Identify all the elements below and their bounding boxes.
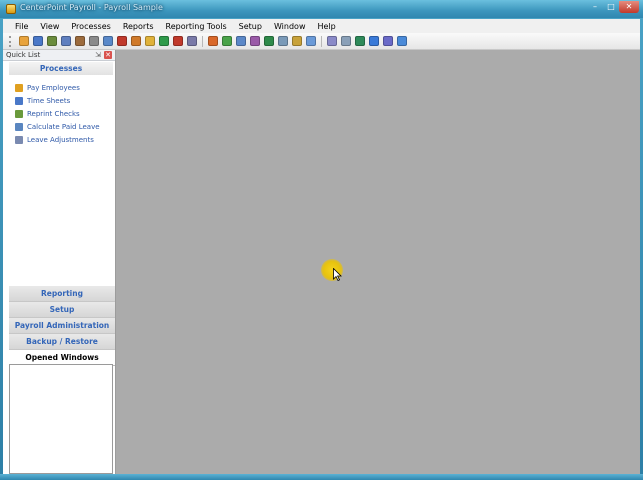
toolbar-button-icon[interactable] bbox=[292, 36, 302, 46]
toolbar-button-icon[interactable] bbox=[75, 36, 85, 46]
list-item-time-sheets[interactable]: Time Sheets bbox=[15, 94, 100, 107]
title-bar[interactable]: CenterPoint Payroll - Payroll Sample – □… bbox=[0, 0, 643, 18]
toolbar-button-icon[interactable] bbox=[33, 36, 43, 46]
list-item-label: Leave Adjustments bbox=[27, 135, 94, 144]
section-payroll-administration[interactable]: Payroll Administration bbox=[9, 318, 115, 334]
toolbar-button-icon[interactable] bbox=[145, 36, 155, 46]
toolbar-button-icon[interactable] bbox=[131, 36, 141, 46]
toolbar-button-icon[interactable] bbox=[306, 36, 316, 46]
toolbar-button-icon[interactable] bbox=[264, 36, 274, 46]
toolbar-button-icon[interactable] bbox=[383, 36, 393, 46]
toolbar-button-icon[interactable] bbox=[19, 36, 29, 46]
list-item-calculate-paid-leave[interactable]: Calculate Paid Leave bbox=[15, 120, 100, 133]
opened-windows-list[interactable] bbox=[9, 364, 113, 474]
toolbar-separator bbox=[202, 35, 203, 47]
toolbar-button-icon[interactable] bbox=[159, 36, 169, 46]
toolbar-button-icon[interactable] bbox=[278, 36, 288, 46]
toolbar-grip[interactable] bbox=[9, 35, 14, 47]
window-bottom-frame bbox=[0, 474, 643, 480]
toolbar-button-icon[interactable] bbox=[355, 36, 365, 46]
quick-list-title: Quick List bbox=[6, 51, 41, 59]
toolbar-button-icon[interactable] bbox=[208, 36, 218, 46]
processes-section-header[interactable]: Processes bbox=[9, 62, 113, 75]
toolbar-button-icon[interactable] bbox=[47, 36, 57, 46]
quick-list-header: Quick List ⇲ ✕ bbox=[3, 50, 115, 61]
close-icon[interactable]: ✕ bbox=[104, 51, 112, 59]
list-item-label: Reprint Checks bbox=[27, 109, 80, 118]
list-item-label: Pay Employees bbox=[27, 83, 80, 92]
menu-reporting-tools[interactable]: Reporting Tools bbox=[160, 22, 233, 31]
app-logo-icon bbox=[6, 4, 16, 14]
list-item-label: Time Sheets bbox=[27, 96, 71, 105]
menu-bar: File View Processes Reports Reporting To… bbox=[3, 19, 640, 33]
main-toolbar bbox=[3, 33, 640, 50]
menu-setup[interactable]: Setup bbox=[233, 22, 268, 31]
mouse-pointer-icon bbox=[333, 268, 342, 281]
quick-list-panel: Quick List ⇲ ✕ Processes Pay Employees T… bbox=[3, 50, 116, 474]
section-backup-restore[interactable]: Backup / Restore bbox=[9, 334, 115, 350]
menu-help[interactable]: Help bbox=[311, 22, 341, 31]
list-item-label: Calculate Paid Leave bbox=[27, 122, 100, 131]
menu-window[interactable]: Window bbox=[268, 22, 312, 31]
menu-processes[interactable]: Processes bbox=[65, 22, 116, 31]
toolbar-button-icon[interactable] bbox=[327, 36, 337, 46]
toolbar-button-icon[interactable] bbox=[369, 36, 379, 46]
window-title: CenterPoint Payroll - Payroll Sample bbox=[20, 3, 163, 12]
menu-reports[interactable]: Reports bbox=[117, 22, 160, 31]
toolbar-button-icon[interactable] bbox=[222, 36, 232, 46]
toolbar-button-icon[interactable] bbox=[103, 36, 113, 46]
calculator-icon bbox=[15, 122, 23, 131]
list-item-reprint-checks[interactable]: Reprint Checks bbox=[15, 107, 100, 120]
list-item-pay-employees[interactable]: Pay Employees bbox=[15, 81, 100, 94]
section-setup[interactable]: Setup bbox=[9, 302, 115, 318]
toolbar-button-icon[interactable] bbox=[89, 36, 99, 46]
quick-list-sections: Reporting Setup Payroll Administration B… bbox=[9, 286, 115, 366]
list-item-leave-adjustments[interactable]: Leave Adjustments bbox=[15, 133, 100, 146]
section-reporting[interactable]: Reporting bbox=[9, 286, 115, 302]
toolbar-button-icon[interactable] bbox=[117, 36, 127, 46]
toolbar-button-icon[interactable] bbox=[397, 36, 407, 46]
maximize-button[interactable]: □ bbox=[603, 1, 619, 13]
toolbar-button-icon[interactable] bbox=[187, 36, 197, 46]
application-window: CenterPoint Payroll - Payroll Sample – □… bbox=[0, 0, 643, 480]
menu-file[interactable]: File bbox=[3, 22, 34, 31]
toolbar-button-icon[interactable] bbox=[250, 36, 260, 46]
processes-list: Pay Employees Time Sheets Reprint Checks… bbox=[15, 81, 100, 146]
people-icon bbox=[15, 83, 23, 92]
toolbar-button-icon[interactable] bbox=[236, 36, 246, 46]
menu-view[interactable]: View bbox=[34, 22, 65, 31]
toolbar-button-icon[interactable] bbox=[61, 36, 71, 46]
check-icon bbox=[15, 109, 23, 118]
toolbar-button-icon[interactable] bbox=[341, 36, 351, 46]
close-button[interactable]: ✕ bbox=[619, 1, 639, 13]
pin-icon[interactable]: ⇲ bbox=[94, 51, 102, 59]
toolbar-separator bbox=[321, 35, 322, 47]
toolbar-button-icon[interactable] bbox=[173, 36, 183, 46]
minimize-button[interactable]: – bbox=[587, 1, 603, 13]
window-controls: – □ ✕ bbox=[587, 1, 639, 13]
adjust-icon bbox=[15, 135, 23, 144]
timesheet-icon bbox=[15, 96, 23, 105]
